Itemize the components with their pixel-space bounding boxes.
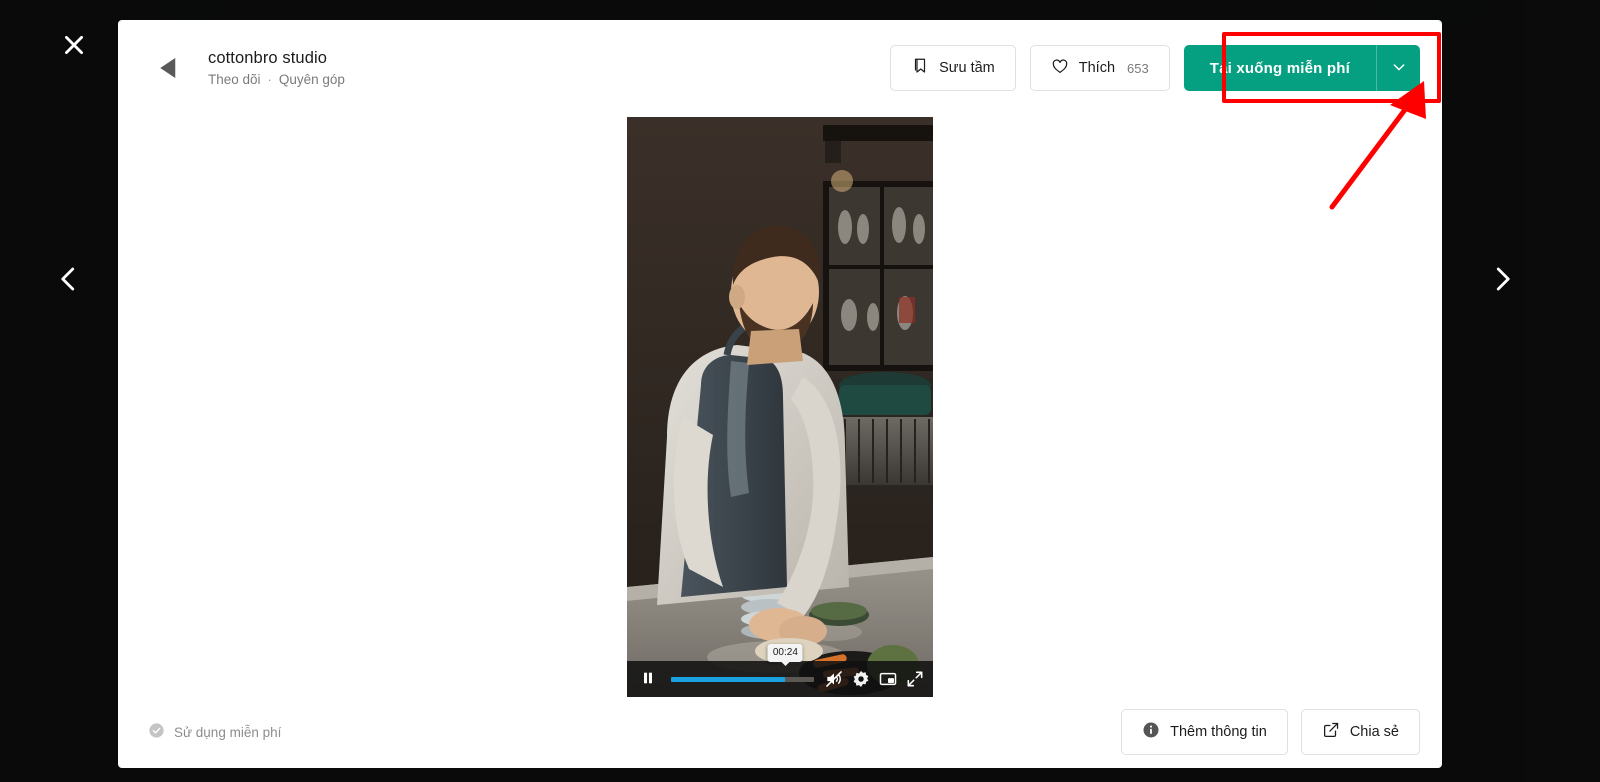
- more-info-label: Thêm thông tin: [1170, 724, 1267, 740]
- author-name: cottonbro studio: [208, 49, 328, 67]
- avatar: [146, 45, 192, 91]
- fullscreen-button[interactable]: [905, 669, 925, 689]
- meta-separator: ·: [267, 72, 272, 87]
- like-count: 653: [1127, 60, 1149, 76]
- free-use-badge: Sử dụng miễn phí: [148, 722, 281, 742]
- time-tooltip: 00:24: [767, 644, 803, 662]
- previous-media-button[interactable]: [46, 257, 92, 303]
- share-button[interactable]: Chia sẻ: [1300, 709, 1420, 755]
- picture-in-picture-button[interactable]: [878, 669, 898, 689]
- chevron-right-icon: [1487, 264, 1517, 297]
- progress-track: [671, 676, 814, 682]
- modal-footer: Sử dụng miễn phí Thêm thông tin Chia sẻ: [118, 696, 1442, 768]
- author-block[interactable]: cottonbro studio Theo dõi · Quyên góp: [146, 45, 345, 91]
- media-detail-modal: cottonbro studio Theo dõi · Quyên góp Sư…: [118, 20, 1442, 768]
- chevron-left-icon: [54, 264, 84, 297]
- header-actions: Sưu tầm Thích 653 Tải xuống miễn phí: [890, 45, 1420, 91]
- follow-link[interactable]: Theo dõi: [208, 72, 261, 87]
- download-options-button[interactable]: [1376, 45, 1420, 91]
- fullscreen-icon: [907, 671, 923, 687]
- pause-button[interactable]: [635, 668, 661, 690]
- pause-icon: [640, 670, 656, 689]
- check-circle-icon: [148, 722, 165, 742]
- video-controls: 00:24: [627, 644, 933, 697]
- like-button[interactable]: Thích 653: [1029, 45, 1170, 91]
- picture-in-picture-icon: [879, 672, 897, 686]
- video-player[interactable]: 00:24: [627, 117, 933, 697]
- bookmark-icon: [911, 57, 929, 79]
- settings-button[interactable]: [851, 669, 871, 689]
- donate-link[interactable]: Quyên góp: [279, 72, 345, 87]
- mute-button[interactable]: [824, 669, 844, 689]
- like-label: Thích: [1078, 60, 1116, 76]
- chevron-down-icon: [1391, 59, 1407, 78]
- media-stage: 00:24: [118, 116, 1442, 697]
- collect-label: Sưu tầm: [939, 60, 995, 76]
- free-use-label: Sử dụng miễn phí: [174, 724, 282, 740]
- gear-icon: [853, 671, 869, 687]
- author-meta: Theo dõi · Quyên góp: [208, 72, 345, 87]
- more-info-button[interactable]: Thêm thông tin: [1121, 709, 1288, 755]
- footer-actions: Thêm thông tin Chia sẻ: [1121, 709, 1420, 755]
- muted-volume-icon: [826, 671, 842, 687]
- next-media-button[interactable]: [1479, 257, 1525, 303]
- video-control-icons: [824, 669, 925, 689]
- collect-button[interactable]: Sưu tầm: [890, 45, 1016, 91]
- modal-header: cottonbro studio Theo dõi · Quyên góp Sư…: [118, 20, 1442, 116]
- close-icon: [61, 32, 87, 61]
- download-free-button[interactable]: Tải xuống miễn phí: [1184, 45, 1376, 91]
- close-modal-button[interactable]: [52, 24, 96, 68]
- share-label: Chia sẻ: [1349, 724, 1399, 740]
- download-split-button: Tải xuống miễn phí: [1183, 45, 1420, 91]
- share-external-icon: [1322, 721, 1340, 743]
- progress-fill: [671, 676, 786, 682]
- heart-icon: [1051, 57, 1069, 79]
- video-poster: [627, 117, 933, 697]
- progress-bar[interactable]: 00:24: [671, 644, 814, 690]
- info-icon: [1142, 721, 1160, 743]
